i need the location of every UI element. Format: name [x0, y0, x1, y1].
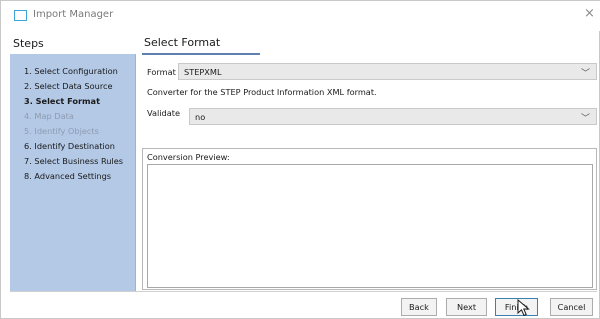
format-description: Converter for the STEP Product Informati… [147, 87, 377, 97]
footer-divider [10, 291, 597, 292]
conversion-preview-area[interactable] [147, 164, 593, 288]
close-icon[interactable]: × [584, 7, 595, 21]
chevron-down-icon: ﹀ [580, 69, 590, 79]
chevron-down-icon: ﹀ [580, 114, 590, 124]
mouse-pointer-icon [517, 299, 530, 317]
steps-sidebar: 1. Select Configuration 2. Select Data S… [10, 54, 136, 291]
step-identify-objects: 5. Identify Objects [24, 126, 99, 136]
title-bar: Import Manager × [1, 1, 600, 31]
format-select[interactable]: STEPXML ﹀ [178, 63, 597, 80]
step-select-business-rules[interactable]: 7. Select Business Rules [24, 156, 123, 166]
window-title: Import Manager [33, 9, 114, 20]
step-select-format[interactable]: 3. Select Format [24, 96, 100, 106]
step-identify-destination[interactable]: 6. Identify Destination [24, 141, 115, 151]
window-icon [14, 10, 27, 21]
next-button[interactable]: Next [446, 298, 487, 316]
conversion-preview-panel: Conversion Preview: [142, 148, 597, 290]
conversion-preview-label: Conversion Preview: [147, 152, 230, 162]
validate-value: no [195, 112, 206, 122]
page-title: Select Format [144, 36, 221, 49]
back-button[interactable]: Back [401, 298, 437, 316]
validate-label: Validate [147, 108, 180, 118]
steps-title: Steps [13, 37, 44, 50]
format-label: Format [147, 67, 176, 77]
step-map-data: 4. Map Data [24, 111, 74, 121]
step-select-configuration[interactable]: 1. Select Configuration [24, 66, 118, 76]
format-value: STEPXML [184, 67, 222, 77]
import-manager-window: Import Manager × Steps 1. Select Configu… [0, 0, 600, 319]
cancel-button[interactable]: Cancel [550, 298, 593, 316]
step-advanced-settings[interactable]: 8. Advanced Settings [24, 171, 111, 181]
format-form: Format STEPXML ﹀ Converter for the STEP … [142, 59, 597, 149]
validate-select[interactable]: no ﹀ [189, 108, 597, 125]
title-underline [142, 53, 260, 55]
step-select-data-source[interactable]: 2. Select Data Source [24, 81, 113, 91]
steps-header: Steps [10, 32, 136, 54]
